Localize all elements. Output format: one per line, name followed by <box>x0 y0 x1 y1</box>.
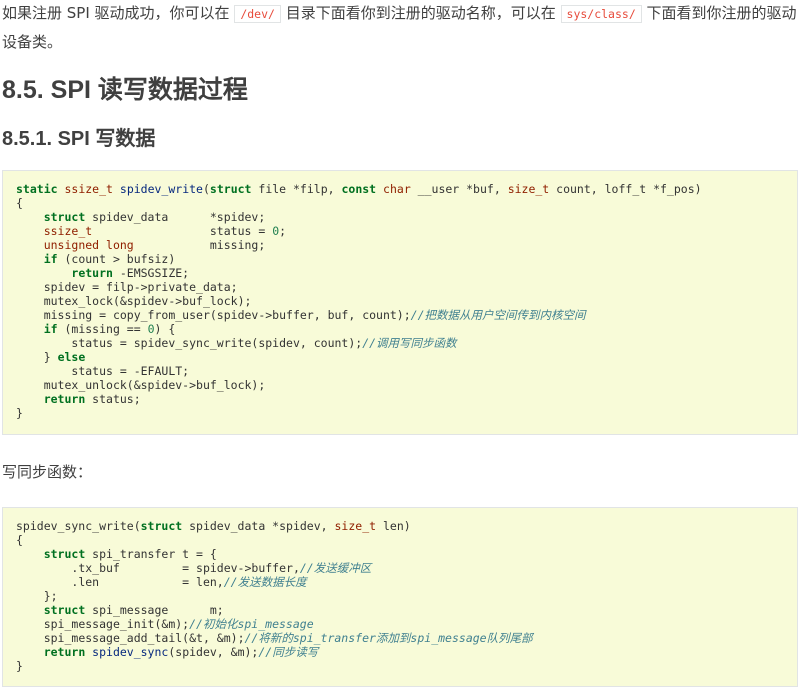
code-line: spidev_sync_write(struct spidev_data *sp… <box>16 519 411 533</box>
code-line: spi_message_add_tail(&t, &m);//将新的spi_tr… <box>43 631 533 645</box>
code-line: } else <box>43 350 86 364</box>
code-line: spi_message_init(&m);//初始化spi_message <box>43 617 314 631</box>
code-comment: //发送数据长度 <box>223 575 307 589</box>
spidev-sync-write-code-block: spidev_sync_write(struct spidev_data *sp… <box>2 507 798 687</box>
code-line: mutex_lock(&spidev->buf_lock); <box>43 294 252 308</box>
document-page: 如果注册 SPI 驱动成功，你可以在 /dev/ 目录下面看你到注册的驱动名称，… <box>0 0 800 690</box>
code-line: missing = copy_from_user(spidev->buffer,… <box>43 308 586 322</box>
code-line: struct spi_transfer t = { <box>43 547 217 561</box>
code-line: if (count > bufsiz) <box>43 252 176 266</box>
code-comment: //把数据从用户空间传到内核空间 <box>410 308 586 322</box>
code-line: status = spidev_sync_write(spidev, count… <box>71 336 457 350</box>
code-line: ssize_t status = 0; <box>43 224 287 238</box>
code-line: mutex_unlock(&spidev->buf_lock); <box>43 378 266 392</box>
code-line: return -EMSGSIZE; <box>71 266 190 280</box>
intro-paragraph: 如果注册 SPI 驱动成功，你可以在 /dev/ 目录下面看你到注册的驱动名称，… <box>2 0 798 56</box>
code-line: status = -EFAULT; <box>71 364 190 378</box>
code-comment: //发送缓冲区 <box>299 561 372 575</box>
intro-text-2: 目录下面看你到注册的驱动名称，可以在 <box>285 4 556 22</box>
code-line: spidev = filp->private_data; <box>43 280 238 294</box>
code-line: } <box>16 406 23 420</box>
code-line: { <box>16 533 23 547</box>
section-heading: 8.5. SPI 读写数据过程 <box>2 76 248 104</box>
spidev-write-code-block: static ssize_t spidev_write(struct file … <box>2 170 798 435</box>
code-line: struct spidev_data *spidev; <box>43 210 266 224</box>
code-line: .len = len,//发送数据长度 <box>71 575 307 589</box>
code-comment: //同步读写 <box>258 645 319 659</box>
code-line: static ssize_t spidev_write(struct file … <box>16 182 702 196</box>
sync-write-label: 写同步函数： <box>2 463 93 481</box>
code-comment: //初始化spi_message <box>189 617 314 631</box>
code-line: struct spi_message m; <box>43 603 224 617</box>
code-line: }; <box>43 589 58 603</box>
subsection-heading: 8.5.1. SPI 写数据 <box>2 128 156 150</box>
code-line: .tx_buf = spidev->buffer,//发送缓冲区 <box>71 561 372 575</box>
inline-code-sys-class: sys/class/ <box>560 5 642 23</box>
intro-text-1: 如果注册 SPI 驱动成功，你可以在 <box>2 4 230 22</box>
inline-code-dev: /dev/ <box>234 5 281 23</box>
code-line: return spidev_sync(spidev, &m);//同步读写 <box>43 645 319 659</box>
code-line: if (missing == 0) { <box>43 322 176 336</box>
code-line: } <box>16 659 23 673</box>
code-comment: //调用写同步函数 <box>362 336 457 350</box>
code-line: unsigned long missing; <box>43 238 266 252</box>
code-line: return status; <box>43 392 141 406</box>
code-line: { <box>16 196 23 210</box>
code-comment: //将新的spi_transfer添加到spi_message队列尾部 <box>244 631 533 645</box>
